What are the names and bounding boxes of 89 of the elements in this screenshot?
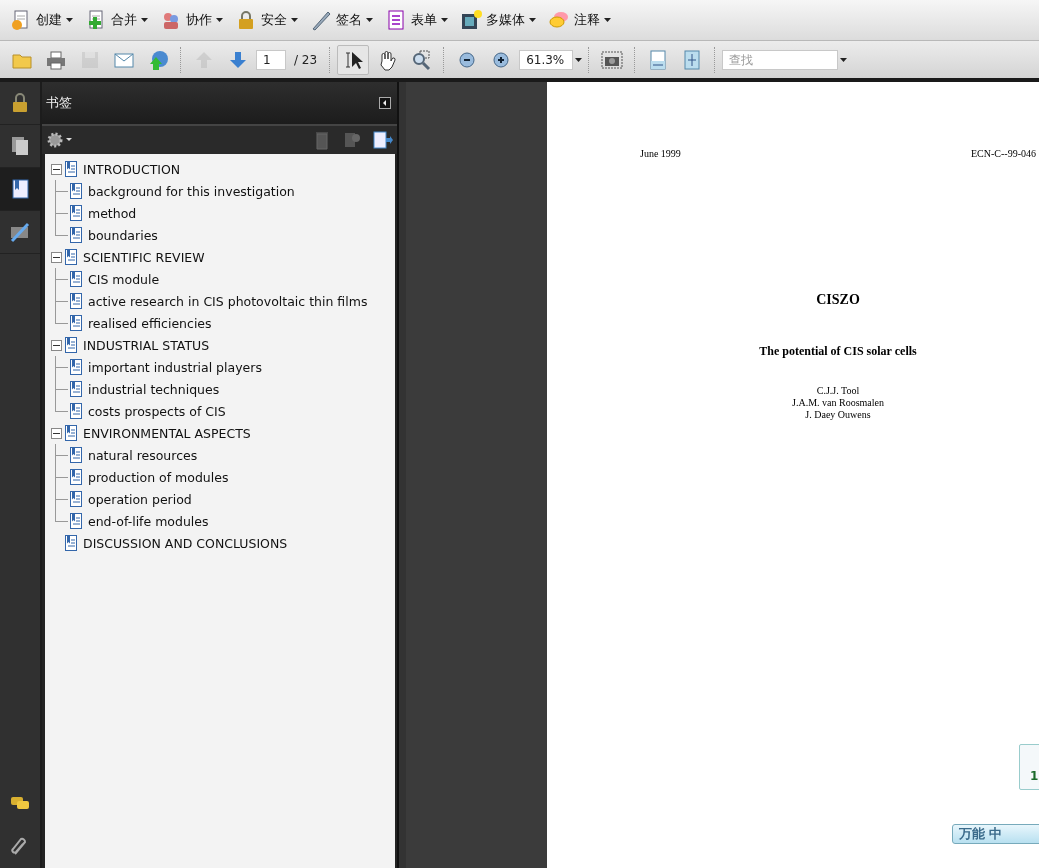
input-method-bar[interactable]: 万能 中: [952, 824, 1039, 844]
author-name: J. Daey Ouwens: [805, 409, 871, 421]
bookmark-icon: [65, 535, 77, 551]
form-icon: [385, 9, 407, 31]
bookmark-item[interactable]: industrial techniques: [88, 381, 220, 397]
caret-icon: [604, 18, 611, 22]
bookmark-icon: [70, 491, 82, 507]
search-field[interactable]: 查找: [722, 49, 839, 70]
options-gear-icon[interactable]: [46, 131, 72, 149]
zoom-field[interactable]: 61.3%: [519, 49, 574, 70]
bookmark-page-icon: [9, 178, 31, 200]
bookmark-item[interactable]: CIS module: [88, 271, 160, 287]
bookmark-item[interactable]: boundaries: [88, 227, 158, 243]
bookmark-icon: [70, 359, 82, 375]
header-report-number: ECN-C--99-046: [971, 148, 1036, 159]
new-bookmark-icon: [371, 129, 393, 151]
caret-icon: [575, 57, 583, 62]
menu-button[interactable]: 安全: [233, 4, 304, 36]
menu-button[interactable]: 签名: [308, 4, 379, 36]
caret-icon: [216, 18, 223, 22]
bookmark-item[interactable]: operation period: [88, 491, 192, 507]
bookmark-item[interactable]: end-of-life modules: [88, 513, 209, 529]
bookmark-item[interactable]: ENVIRONMENTAL ASPECTS: [83, 425, 251, 441]
bookmark-item[interactable]: background for this investigation: [88, 183, 295, 199]
bookmark-icon: [65, 249, 77, 265]
signature-pen-icon: [9, 221, 31, 243]
caret-icon: [291, 18, 298, 22]
menu-button[interactable]: 多媒体: [458, 4, 542, 36]
bookmark-icon: [70, 293, 82, 309]
bookmark-item[interactable]: important industrial players: [88, 359, 262, 375]
bookmark-item[interactable]: active research in CIS photovoltaic thin films: [88, 293, 368, 309]
bookmark-icon: [65, 425, 77, 441]
collapse-toggle[interactable]: [51, 163, 62, 175]
page-total: / 23: [294, 52, 318, 67]
bookmark-icon: [70, 183, 82, 199]
caret-icon: [529, 18, 536, 22]
caret-icon: [66, 18, 73, 22]
collapse-toggle[interactable]: [51, 427, 62, 439]
collapse-toggle[interactable]: [51, 251, 62, 263]
bookmark-icon: [70, 227, 82, 243]
bookmark-icon: [70, 381, 82, 397]
page-number-field[interactable]: 1: [256, 49, 286, 70]
author-name: C.J.J. Tool: [816, 385, 860, 397]
page-badge: 1: [1019, 744, 1039, 790]
ime-mode: 中: [989, 825, 1002, 843]
menu-button[interactable]: 表单: [383, 4, 454, 36]
bookmark-icon: [70, 513, 82, 529]
nav-button[interactable]: [0, 168, 40, 211]
bookmark-item[interactable]: INTRODUCTION: [83, 161, 181, 177]
bookmark-item[interactable]: SCIENTIFIC REVIEW: [83, 249, 205, 265]
bookmark-item[interactable]: DISCUSSION AND CONCLUSIONS: [83, 535, 288, 551]
bookmark-item[interactable]: production of modules: [88, 469, 229, 485]
collapse-toggle[interactable]: [51, 339, 62, 351]
menu-button[interactable]: 创建: [8, 4, 79, 36]
bookmark-icon: [70, 205, 82, 221]
magnifier-icon: [410, 48, 433, 71]
bookmark-item[interactable]: method: [88, 205, 137, 221]
header-date: June 1999: [640, 148, 681, 159]
panel-title: 书签: [46, 94, 72, 112]
bookmark-item[interactable]: realised efficiencies: [88, 315, 212, 331]
menu-button[interactable]: 注释: [546, 4, 617, 36]
bookmark-icon: [70, 315, 82, 331]
pages-icon: [9, 135, 31, 157]
ime-label: 万能: [959, 825, 985, 843]
pen-icon: [310, 9, 332, 31]
collapse-panel-icon[interactable]: [379, 97, 391, 109]
menu-button[interactable]: 合并: [83, 4, 154, 36]
author-name: J.A.M. van Roosmalen: [792, 397, 884, 409]
bookmark-icon: [70, 469, 82, 485]
speech-bubbles-icon: [548, 9, 570, 31]
document-subtitle: The potential of CIS solar cells: [759, 344, 917, 359]
bookmark-item[interactable]: costs prospects of CIS: [88, 403, 226, 419]
printer-icon: [45, 48, 67, 71]
tool-button[interactable]: [337, 44, 370, 75]
bookmark-item[interactable]: INDUSTRIAL STATUS: [83, 337, 210, 353]
bookmark-icon: [65, 337, 77, 353]
caret-icon: [840, 57, 848, 62]
caret-icon: [441, 18, 448, 22]
document-title: CISZO: [816, 292, 860, 308]
bookmark-icon: [65, 161, 77, 177]
bookmark-item[interactable]: natural resources: [88, 447, 198, 463]
caret-icon: [141, 18, 148, 22]
globe-arrow-icon: [147, 48, 169, 71]
bookmark-icon: [70, 447, 82, 463]
caret-icon: [366, 18, 373, 22]
camera-icon: [601, 48, 624, 71]
bookmark-icon: [70, 271, 82, 287]
bookmark-icon: [70, 403, 82, 419]
menu-button[interactable]: 协作: [158, 4, 229, 36]
